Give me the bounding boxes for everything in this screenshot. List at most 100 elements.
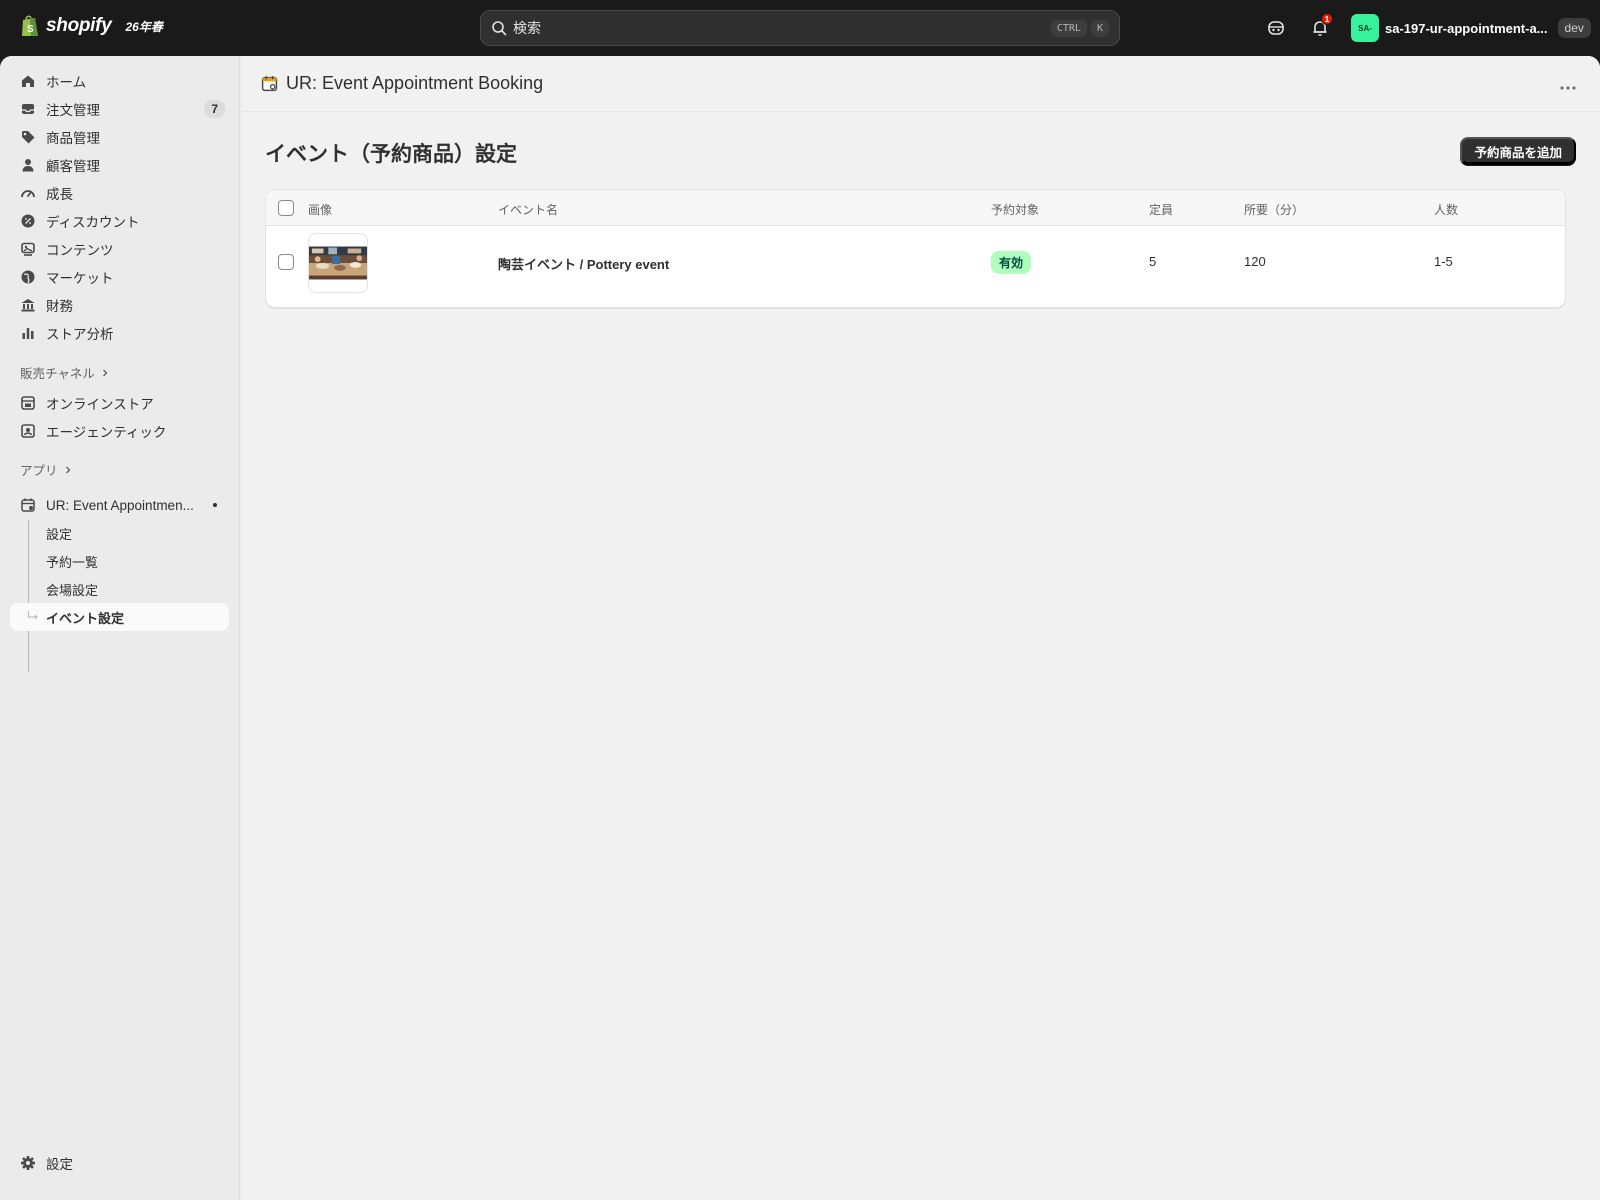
column-header-bookable: 予約対象 [991, 203, 1040, 217]
sidebar-item-label: 財務 [46, 299, 73, 314]
chevron-right-icon [102, 369, 108, 376]
sidebar-item-label: 注文管理 [46, 103, 100, 118]
main-content: UR: Event Appointment Booking イベント（予約商品）… [241, 56, 1600, 1200]
tree-branch-icon [28, 611, 38, 620]
notifications-button[interactable]: 1 [1308, 13, 1333, 40]
sidebar-item-label: マーケット [46, 271, 114, 286]
sidebar-item-content[interactable]: コンテンツ [10, 235, 229, 263]
calendar-icon [261, 76, 278, 92]
table-header: 画像 イベント名 予約対象 定員 所要（分） 人数 [266, 190, 1565, 226]
sidebar-item-label: エージェンティック [46, 425, 167, 440]
column-header-capacity: 定員 [1149, 203, 1174, 217]
sidebar-item-label: ストア分析 [46, 327, 114, 342]
content-icon [21, 242, 35, 256]
shortcut-key-k: K [1090, 19, 1109, 37]
sidebar-item-online-store[interactable]: オンラインストア [10, 389, 229, 417]
inbox-icon [22, 104, 34, 114]
tag-icon [22, 131, 35, 144]
shortcut-key-ctrl: CTRL [1050, 19, 1087, 37]
event-name[interactable]: 陶芸イベント / Pottery event [498, 254, 669, 273]
sidebar-item-discounts[interactable]: ディスカウント [10, 207, 229, 235]
sidebar-item-customers[interactable]: 顧客管理 [10, 151, 229, 179]
sidebar-item-settings[interactable]: 設定 [10, 1149, 229, 1177]
chevron-right-icon [65, 466, 70, 473]
sidebar-item-label: ディスカウント [46, 215, 140, 230]
svg-text:S: S [27, 24, 34, 35]
sidebar-item-products[interactable]: 商品管理 [10, 123, 229, 151]
agentic-icon [21, 424, 35, 438]
sidebar-item-label: UR: Event Appointmen... [46, 497, 194, 513]
person-icon [22, 159, 34, 172]
store-icon [21, 396, 35, 410]
sidebar-item-finance[interactable]: 財務 [10, 291, 229, 319]
app-unread-dot [213, 503, 217, 507]
orders-count-badge: 7 [204, 100, 225, 118]
column-header-people: 人数 [1434, 203, 1459, 217]
apps-heading[interactable]: アプリ [20, 460, 72, 479]
discount-icon [21, 214, 35, 228]
sidebar-item-label: 商品管理 [46, 131, 100, 146]
pottery-image [309, 246, 367, 280]
ellipsis-icon [1560, 86, 1576, 90]
select-all-checkbox[interactable] [278, 200, 294, 216]
row-checkbox[interactable] [278, 254, 294, 270]
sidebar-item-growth[interactable]: 成長 [10, 179, 229, 207]
env-badge: dev [1557, 18, 1591, 38]
app-subitem-venues[interactable]: 会場設定 [10, 575, 229, 603]
sidebar: ホーム 注文管理 7 商品管理 顧客管理 成長 ディスカウント コンテンツ マー… [0, 56, 240, 1200]
column-header-image: 画像 [308, 203, 333, 217]
sidebar-item-label: 顧客管理 [46, 159, 100, 174]
avatar: SA- [1351, 14, 1379, 42]
sidebar-item-label: オンラインストア [46, 397, 154, 412]
calendar-icon [21, 498, 35, 512]
page-title: イベント（予約商品）設定 [265, 143, 517, 166]
bar-chart-icon [22, 328, 34, 339]
event-thumbnail [308, 233, 368, 293]
capacity-cell: 5 [1149, 254, 1157, 269]
more-actions-button[interactable] [1560, 74, 1576, 95]
app-header: UR: Event Appointment Booking [241, 56, 1600, 112]
search-input[interactable]: 検索 CTRL K [480, 10, 1120, 46]
bank-icon [21, 299, 35, 312]
gauge-icon [21, 190, 35, 198]
events-table: 画像 イベント名 予約対象 定員 所要（分） 人数 陶芸イベント / Potte… [265, 189, 1566, 308]
sidekick-icon [1268, 21, 1284, 35]
search-icon [492, 21, 507, 36]
notification-count-badge: 1 [1321, 13, 1333, 25]
app-subitem-events[interactable]: イベント設定 [10, 603, 229, 631]
column-header-event-name: イベント名 [498, 203, 559, 217]
edition-label: 26年春 [125, 19, 163, 34]
status-badge: 有効 [991, 251, 1032, 274]
sidebar-item-home[interactable]: ホーム [10, 67, 229, 95]
add-reservation-product-button[interactable]: 予約商品を追加 [1460, 137, 1576, 165]
sidebar-item-markets[interactable]: マーケット [10, 263, 229, 291]
column-header-duration: 所要（分） [1244, 203, 1305, 217]
app-title: UR: Event Appointment Booking [286, 73, 544, 93]
sidebar-item-label: 設定 [46, 1157, 73, 1172]
sidebar-item-label: ホーム [46, 75, 87, 90]
sidebar-item-agentic[interactable]: エージェンティック [10, 417, 229, 445]
search-placeholder: 検索 [513, 20, 541, 36]
shopify-bag-icon: S [22, 15, 38, 36]
top-bar: S shopify 26年春 検索 CTRL K 1 SA- sa-197-ur… [0, 0, 1600, 56]
admin-frame: ホーム 注文管理 7 商品管理 顧客管理 成長 ディスカウント コンテンツ マー… [0, 56, 1600, 1200]
app-subitem-settings[interactable]: 設定 [10, 519, 229, 547]
gear-icon [21, 1156, 35, 1170]
people-cell: 1-5 [1434, 254, 1453, 269]
sidebar-item-label: コンテンツ [46, 243, 114, 258]
sidebar-item-analytics[interactable]: ストア分析 [10, 319, 229, 347]
shopify-logo[interactable]: S shopify 26年春 [20, 14, 163, 38]
globe-icon [21, 270, 35, 284]
sidebar-item-app[interactable]: UR: Event Appointmen... [10, 491, 229, 519]
app-subitem-reservations[interactable]: 予約一覧 [10, 547, 229, 575]
home-icon [22, 75, 34, 87]
sidekick-button[interactable] [1264, 16, 1288, 40]
sidebar-item-label: 成長 [46, 187, 73, 202]
duration-cell: 120 [1244, 254, 1266, 269]
apps-label: アプリ [20, 464, 58, 478]
sales-channels-label: 販売チャネル [20, 367, 95, 381]
account-menu[interactable]: SA- sa-197-ur-appointment-a... dev [1351, 14, 1591, 42]
sidebar-item-orders[interactable]: 注文管理 7 [10, 95, 229, 123]
logo-wordmark: shopify [46, 15, 112, 36]
sales-channels-heading[interactable]: 販売チャネル [20, 363, 109, 382]
